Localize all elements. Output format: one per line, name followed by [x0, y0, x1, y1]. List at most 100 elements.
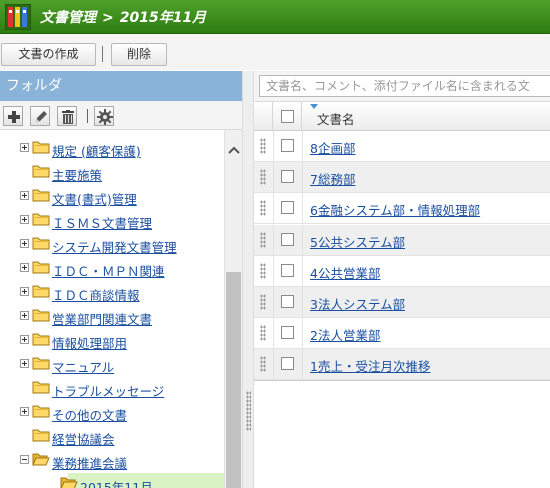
- document-checkbox[interactable]: [281, 295, 294, 308]
- document-row[interactable]: 2法人営業部: [254, 318, 550, 350]
- folder-tree-item-label[interactable]: 主要施策: [52, 165, 102, 184]
- expand-icon[interactable]: [20, 143, 29, 152]
- document-checkbox[interactable]: [281, 232, 294, 246]
- folder-tree-item-label[interactable]: 2015年11月: [80, 477, 153, 488]
- folder-tree-item-label[interactable]: マニュアル: [52, 357, 114, 376]
- document-checkbox[interactable]: [281, 357, 294, 371]
- edit-folder-button[interactable]: [30, 106, 50, 126]
- folder-icon: [32, 381, 50, 394]
- document-checkbox[interactable]: [281, 170, 294, 184]
- folder-tree-item[interactable]: 業務推進会議: [0, 449, 224, 471]
- folder-tree-item[interactable]: 情報処理部用: [0, 329, 224, 351]
- folder-tree-item[interactable]: ＩＳＭＳ文書管理: [0, 209, 224, 231]
- document-link[interactable]: 3法人システム部: [310, 294, 405, 313]
- folder-tree-item[interactable]: 経営協議会: [0, 425, 224, 447]
- panel-splitter[interactable]: [242, 71, 254, 488]
- document-name-column-header[interactable]: 文書名: [317, 109, 355, 128]
- drag-handle-icon[interactable]: [260, 138, 266, 154]
- expand-icon[interactable]: [20, 359, 29, 368]
- gear-icon: [97, 109, 113, 125]
- splitter-grip-icon[interactable]: [246, 391, 251, 431]
- chevron-up-icon[interactable]: [228, 146, 240, 154]
- document-row[interactable]: 5公共システム部: [254, 224, 550, 256]
- document-link[interactable]: 6金融システム部・情報処理部: [310, 200, 480, 219]
- toolbar-divider: [102, 46, 103, 62]
- row-divider: [273, 349, 274, 381]
- folder-tree-item-label[interactable]: 情報処理部用: [52, 333, 127, 352]
- folder-tree-item[interactable]: 主要施策: [0, 161, 224, 183]
- folder-tree-item-label[interactable]: ＩＤＣ商談情報: [52, 285, 140, 304]
- drag-handle-icon[interactable]: [260, 294, 266, 310]
- scrollbar-thumb[interactable]: [226, 272, 241, 488]
- document-link[interactable]: 4公共営業部: [310, 263, 380, 282]
- folder-tree-item-label[interactable]: 経営協議会: [52, 429, 115, 448]
- expand-icon[interactable]: [20, 191, 29, 200]
- folder-tree-item[interactable]: マニュアル: [0, 353, 224, 375]
- folder-tree-item-label[interactable]: ＩＳＭＳ文書管理: [52, 213, 152, 232]
- folder-tree-item[interactable]: 2015年11月: [60, 473, 224, 488]
- binders-icon: [5, 4, 31, 30]
- select-all-checkbox[interactable]: [281, 110, 294, 123]
- folder-tree-item-label[interactable]: トラブルメッセージ: [52, 381, 164, 400]
- document-checkbox[interactable]: [281, 263, 294, 277]
- document-row[interactable]: 1売上・受注月次推移: [254, 349, 550, 381]
- folder-open-icon: [60, 477, 78, 488]
- document-row[interactable]: 3法人システム部: [254, 287, 550, 318]
- folder-tree-item[interactable]: その他の文書: [0, 401, 224, 423]
- document-checkbox[interactable]: [281, 139, 294, 152]
- delete-folder-button[interactable]: [57, 106, 77, 126]
- folder-tree-item-label[interactable]: ＩＤＣ・ＭＰＮ関連: [52, 261, 165, 280]
- document-link[interactable]: 2法人営業部: [310, 325, 380, 344]
- expand-icon[interactable]: [20, 335, 29, 344]
- drag-handle-icon[interactable]: [260, 169, 266, 186]
- toolbar: 文書の作成 削除: [0, 34, 550, 70]
- document-link[interactable]: 7総務部: [310, 169, 355, 188]
- document-row[interactable]: 8企画部: [254, 131, 550, 162]
- folder-tree-item[interactable]: システム開発文書管理: [0, 233, 224, 255]
- folder-tree-item-label[interactable]: 業務推進会議: [52, 453, 127, 472]
- document-link[interactable]: 5公共システム部: [310, 232, 405, 251]
- folder-tree-item-label[interactable]: その他の文書: [52, 405, 127, 424]
- folder-tree-item-label[interactable]: 営業部門関連文書: [52, 309, 152, 328]
- folder-tree-item-label[interactable]: システム開発文書管理: [52, 237, 177, 256]
- expand-icon[interactable]: [20, 215, 29, 224]
- folder-tree-item-label[interactable]: 規定 (顧客保護): [52, 141, 141, 160]
- drag-handle-icon[interactable]: [260, 262, 266, 279]
- document-link[interactable]: 8企画部: [310, 138, 355, 157]
- folder-panel-title: フォルダ: [0, 71, 242, 101]
- drag-handle-icon[interactable]: [260, 200, 266, 217]
- document-row[interactable]: 6金融システム部・情報処理部: [254, 193, 550, 225]
- folder-tree-item[interactable]: 文書(書式)管理: [0, 185, 224, 207]
- expand-icon[interactable]: [20, 263, 29, 272]
- document-row[interactable]: 7総務部: [254, 162, 550, 194]
- folder-tree-item[interactable]: ＩＤＣ・ＭＰＮ関連: [0, 257, 224, 279]
- folder-tree-item[interactable]: 営業部門関連文書: [0, 305, 224, 327]
- document-list: 8企画部 7総務部 6金融システム部・情報処理部 5公共システム部 4公共営業部 3法人シ…: [254, 131, 550, 381]
- search-input[interactable]: [259, 75, 550, 97]
- document-checkbox[interactable]: [281, 326, 294, 340]
- expand-icon[interactable]: [20, 287, 29, 296]
- expand-icon[interactable]: [20, 407, 29, 416]
- add-folder-button[interactable]: [3, 106, 23, 126]
- document-link[interactable]: 1売上・受注月次推移: [310, 356, 430, 375]
- folder-tree-item[interactable]: トラブルメッセージ: [0, 377, 224, 399]
- expand-icon[interactable]: [20, 239, 29, 248]
- breadcrumb-separator: >: [102, 10, 114, 26]
- title-bar: 文書管理 >2015年11月: [0, 0, 550, 34]
- create-document-button[interactable]: 文書の作成: [1, 43, 96, 66]
- drag-handle-icon[interactable]: [260, 325, 266, 342]
- breadcrumb: 文書管理 >2015年11月: [40, 7, 206, 27]
- document-row[interactable]: 4公共営業部: [254, 255, 550, 287]
- collapse-icon[interactable]: [20, 455, 29, 464]
- document-checkbox[interactable]: [281, 201, 294, 215]
- tree-scrollbar[interactable]: [224, 130, 242, 488]
- folder-settings-button[interactable]: [94, 106, 114, 126]
- folder-tree-item[interactable]: 規定 (顧客保護): [0, 137, 224, 159]
- folder-tree-item-label[interactable]: 文書(書式)管理: [52, 189, 137, 208]
- delete-button[interactable]: 削除: [111, 43, 167, 66]
- drag-handle-icon[interactable]: [260, 356, 266, 373]
- expand-icon[interactable]: [20, 311, 29, 320]
- drag-handle-icon[interactable]: [260, 231, 266, 248]
- folder-tree-item[interactable]: ＩＤＣ商談情報: [0, 281, 224, 303]
- folder-open-icon: [32, 453, 50, 466]
